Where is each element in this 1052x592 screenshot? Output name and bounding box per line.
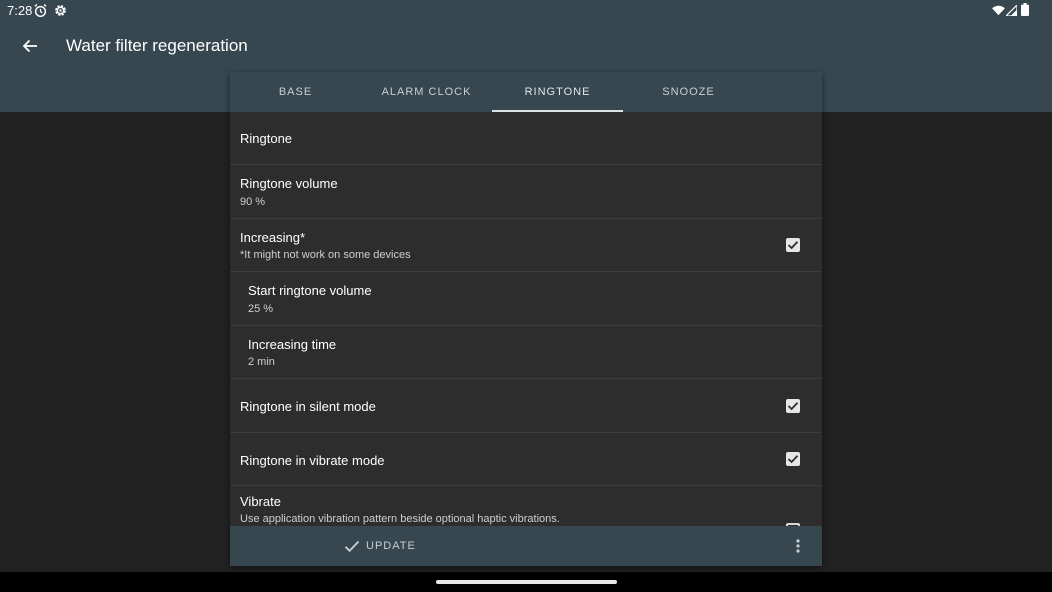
setting-title: Ringtone in silent mode (240, 399, 376, 414)
check-icon (787, 241, 799, 250)
setting-ringtone-silent-mode[interactable]: Ringtone in silent mode (230, 379, 822, 433)
back-button[interactable] (16, 32, 44, 60)
setting-title: Ringtone (240, 131, 293, 146)
status-bar: 7:28 (0, 0, 1052, 22)
setting-increasing[interactable]: Increasing* *It might not work on some d… (230, 219, 822, 272)
setting-start-ringtone-volume[interactable]: Start ringtone volume 25 % (230, 272, 822, 326)
battery-icon (1021, 3, 1029, 19)
status-time: 7:28 (7, 3, 33, 18)
settings-gear-icon (53, 3, 68, 21)
update-button-label: UPDATE (366, 540, 416, 552)
setting-description: *It might not work on some devices (240, 249, 411, 261)
system-nav-bar (0, 572, 1052, 592)
setting-title: Increasing time (248, 337, 337, 352)
tab-snooze[interactable]: SNOOZE (623, 72, 754, 112)
silent-mode-checkbox[interactable] (786, 399, 800, 413)
setting-value: 2 min (248, 356, 275, 368)
signal-icon (1004, 3, 1018, 19)
tab-alarm-clock[interactable]: ALARM CLOCK (361, 72, 492, 112)
setting-value: 25 % (248, 303, 274, 315)
setting-ringtone-volume[interactable]: Ringtone volume 90 % (230, 165, 822, 219)
setting-title: Vibrate (240, 494, 281, 509)
setting-title: Ringtone volume (240, 176, 338, 191)
setting-vibrate[interactable]: Vibrate Use application vibration patter… (230, 486, 822, 526)
tab-ringtone[interactable]: RINGTONE (492, 72, 623, 112)
setting-ringtone[interactable]: Ringtone (230, 112, 822, 165)
check-icon (787, 402, 799, 411)
settings-list: Ringtone Ringtone volume 90 % Increasing… (230, 112, 822, 526)
tab-bar: BASE ALARM CLOCK RINGTONE SNOOZE (230, 72, 822, 112)
setting-title: Start ringtone volume (248, 283, 372, 298)
bottom-action-bar: UPDATE (230, 526, 822, 566)
setting-increasing-time[interactable]: Increasing time 2 min (230, 326, 822, 379)
tab-base[interactable]: BASE (230, 72, 361, 112)
alarm-icon (33, 3, 48, 21)
page-title: Water filter regeneration (66, 36, 248, 55)
home-gesture-handle[interactable] (436, 580, 617, 584)
update-button[interactable]: UPDATE (344, 534, 416, 558)
check-icon (344, 540, 360, 552)
setting-title: Increasing* (240, 230, 306, 245)
setting-title: Ringtone in vibrate mode (240, 453, 385, 468)
increasing-checkbox[interactable] (786, 238, 800, 252)
arrow-back-icon (22, 39, 37, 53)
settings-dialog: BASE ALARM CLOCK RINGTONE SNOOZE Rington… (230, 72, 822, 566)
more-options-button[interactable] (788, 534, 808, 558)
check-icon (787, 455, 799, 464)
setting-description: Use application vibration pattern beside… (240, 513, 560, 525)
more-vert-icon (796, 539, 800, 553)
setting-value: 90 % (240, 196, 266, 208)
wifi-icon (992, 4, 1005, 19)
vibrate-mode-checkbox[interactable] (786, 452, 800, 466)
setting-ringtone-vibrate-mode[interactable]: Ringtone in vibrate mode (230, 433, 822, 486)
